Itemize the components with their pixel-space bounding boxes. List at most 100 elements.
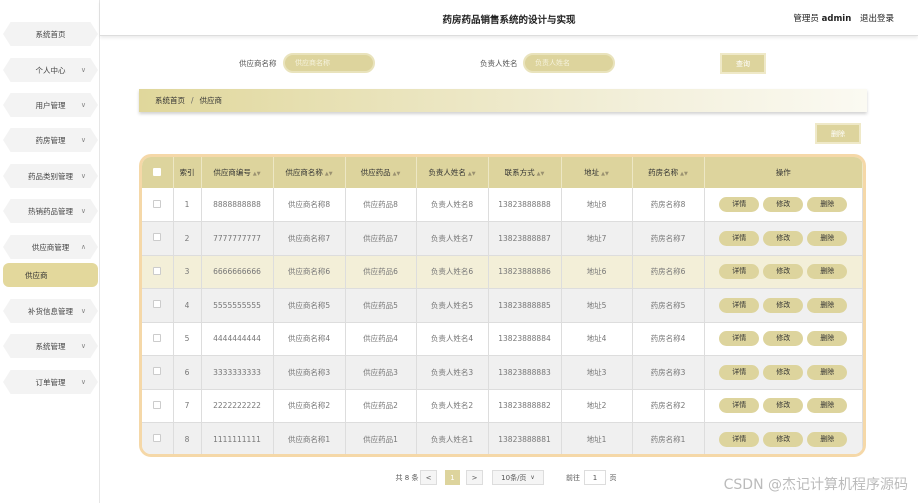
column-header[interactable]: 供应商编号 ▲▼ bbox=[201, 157, 274, 188]
total-count: 共 8 条 bbox=[395, 473, 419, 482]
column-header[interactable]: 药房名称 ▲▼ bbox=[632, 157, 705, 188]
detail-button[interactable]: 详情 bbox=[719, 431, 760, 447]
cell-contact: 负责人姓名8 bbox=[416, 188, 489, 222]
sort-icon[interactable]: ▲▼ bbox=[601, 171, 609, 177]
sort-icon[interactable]: ▲▼ bbox=[680, 171, 688, 177]
sidebar-item-pharmacy[interactable]: 药房管理 ∨ bbox=[3, 128, 98, 152]
edit-button[interactable]: 修改 bbox=[763, 431, 804, 447]
delete-button[interactable]: 删除 bbox=[807, 331, 848, 347]
cell-phone: 13823888883 bbox=[488, 355, 562, 390]
chevron-down-icon: ∨ bbox=[80, 136, 86, 144]
delete-button[interactable]: 删除 bbox=[807, 431, 848, 447]
cell-code: 6666666666 bbox=[201, 255, 274, 289]
edit-button[interactable]: 修改 bbox=[763, 331, 804, 347]
table-row: 6 3333333333 供应商名称3 供应药品3 负责人姓名3 13823888883 地… bbox=[142, 355, 863, 390]
delete-button[interactable]: 删除 bbox=[807, 197, 848, 212]
cell-pharmacy: 药房名称4 bbox=[632, 322, 705, 356]
row-checkbox[interactable] bbox=[153, 266, 162, 275]
detail-button[interactable]: 详情 bbox=[719, 197, 760, 212]
detail-button[interactable]: 详情 bbox=[719, 230, 760, 246]
delete-button[interactable]: 删除 bbox=[807, 230, 848, 246]
sidebar-item-drug-category[interactable]: 药品类别管理 ∨ bbox=[3, 164, 98, 188]
table-row: 5 4444444444 供应商名称4 供应药品4 负责人姓名4 13823888884 地… bbox=[142, 322, 863, 356]
sort-icon[interactable]: ▲▼ bbox=[253, 171, 261, 177]
sidebar-item-profile[interactable]: 个人中心 ∨ bbox=[3, 58, 98, 82]
cell-index: 6 bbox=[173, 355, 202, 390]
row-checkbox[interactable] bbox=[153, 233, 162, 242]
sidebar-item-label: 药房管理 bbox=[35, 135, 66, 145]
sort-icon[interactable]: ▲▼ bbox=[537, 171, 545, 177]
row-checkbox[interactable] bbox=[153, 333, 162, 342]
table-row: 1 8888888888 供应商名称8 供应药品8 负责人姓名8 13823888888 地… bbox=[142, 188, 863, 222]
sidebar-item-users[interactable]: 用户管理 ∨ bbox=[3, 93, 98, 117]
sidebar-item-system[interactable]: 系统管理 ∨ bbox=[3, 334, 98, 358]
sidebar-item-home[interactable]: 系统首页 bbox=[3, 22, 98, 46]
cell-pharmacy: 药房名称8 bbox=[632, 188, 705, 222]
cell-index: 7 bbox=[173, 389, 202, 423]
column-header[interactable]: 地址 ▲▼ bbox=[561, 157, 633, 188]
actions-cell: 详情 修改 删除 bbox=[704, 188, 863, 222]
edit-button[interactable]: 修改 bbox=[763, 364, 804, 380]
page-size-select[interactable]: 10条/页 ∨ bbox=[492, 470, 544, 485]
detail-button[interactable]: 详情 bbox=[719, 331, 760, 347]
sort-icon[interactable]: ▲▼ bbox=[393, 171, 401, 177]
chevron-down-icon: ∨ bbox=[80, 172, 86, 180]
row-checkbox-cell bbox=[142, 255, 174, 289]
cell-name: 供应商名称2 bbox=[273, 389, 346, 423]
detail-button[interactable]: 详情 bbox=[719, 398, 760, 414]
sidebar-item-restock[interactable]: 补货信息管理 ∨ bbox=[3, 299, 98, 323]
prev-page-button[interactable]: < bbox=[420, 470, 437, 485]
column-header[interactable]: 负责人姓名 ▲▼ bbox=[416, 157, 489, 188]
delete-button[interactable]: 删除 bbox=[807, 364, 848, 380]
sidebar-item-supplier-management[interactable]: 供应商管理 ∧ bbox=[3, 235, 98, 259]
page-1-button[interactable]: 1 bbox=[445, 470, 460, 485]
sidebar-item-hot-drugs[interactable]: 热销药品管理 ∨ bbox=[3, 199, 98, 223]
cell-contact: 负责人姓名7 bbox=[416, 221, 489, 256]
cell-contact: 负责人姓名5 bbox=[416, 288, 489, 323]
chevron-down-icon: ∨ bbox=[530, 474, 535, 481]
contact-name-input[interactable] bbox=[523, 53, 615, 73]
delete-button[interactable]: 删除 bbox=[807, 264, 848, 280]
breadcrumb-home[interactable]: 系统首页 bbox=[155, 95, 185, 106]
row-checkbox[interactable] bbox=[153, 300, 162, 309]
chevron-down-icon: ∨ bbox=[80, 66, 86, 74]
detail-button[interactable]: 详情 bbox=[719, 297, 760, 313]
edit-button[interactable]: 修改 bbox=[763, 398, 804, 414]
row-checkbox[interactable] bbox=[153, 434, 162, 443]
edit-button[interactable]: 修改 bbox=[763, 264, 804, 280]
goto-page-input[interactable]: 1 bbox=[584, 470, 606, 485]
cell-name: 供应商名称8 bbox=[273, 188, 346, 222]
sidebar-item-orders[interactable]: 订单管理 ∨ bbox=[3, 370, 98, 394]
row-checkbox-cell bbox=[142, 221, 174, 256]
supplier-name-input[interactable] bbox=[283, 53, 375, 73]
column-header[interactable]: 供应药品 ▲▼ bbox=[345, 157, 417, 188]
cell-name: 供应商名称5 bbox=[273, 288, 346, 323]
row-checkbox[interactable] bbox=[153, 367, 162, 376]
row-checkbox[interactable] bbox=[153, 400, 162, 409]
chevron-down-icon: ∨ bbox=[80, 101, 86, 109]
logout-link[interactable]: 退出登录 bbox=[860, 14, 894, 24]
edit-button[interactable]: 修改 bbox=[763, 197, 804, 212]
column-header: 索引 bbox=[173, 157, 202, 188]
page-unit-label: 页 bbox=[609, 473, 617, 482]
row-checkbox[interactable] bbox=[153, 199, 162, 208]
query-button[interactable]: 查询 bbox=[720, 53, 766, 74]
delete-button[interactable]: 删除 bbox=[807, 398, 848, 414]
detail-button[interactable]: 详情 bbox=[719, 364, 760, 380]
detail-button[interactable]: 详情 bbox=[719, 264, 760, 280]
select-all-checkbox[interactable] bbox=[153, 167, 162, 176]
cell-code: 2222222222 bbox=[201, 389, 274, 423]
table-row: 4 5555555555 供应商名称5 供应药品5 负责人姓名5 13823888885 地… bbox=[142, 288, 863, 323]
next-page-button[interactable]: > bbox=[466, 470, 483, 485]
column-header[interactable]: 联系方式 ▲▼ bbox=[488, 157, 562, 188]
sidebar-item-supplier[interactable]: 供应商 bbox=[3, 263, 98, 287]
bulk-delete-button[interactable]: 删除 bbox=[815, 123, 861, 144]
column-header[interactable]: 供应商名称 ▲▼ bbox=[273, 157, 346, 188]
delete-button[interactable]: 删除 bbox=[807, 297, 848, 313]
cell-index: 1 bbox=[173, 188, 202, 222]
edit-button[interactable]: 修改 bbox=[763, 230, 804, 246]
sort-icon[interactable]: ▲▼ bbox=[325, 171, 333, 177]
sort-icon[interactable]: ▲▼ bbox=[468, 171, 476, 177]
sidebar-item-label: 供应商管理 bbox=[31, 242, 70, 252]
edit-button[interactable]: 修改 bbox=[763, 297, 804, 313]
